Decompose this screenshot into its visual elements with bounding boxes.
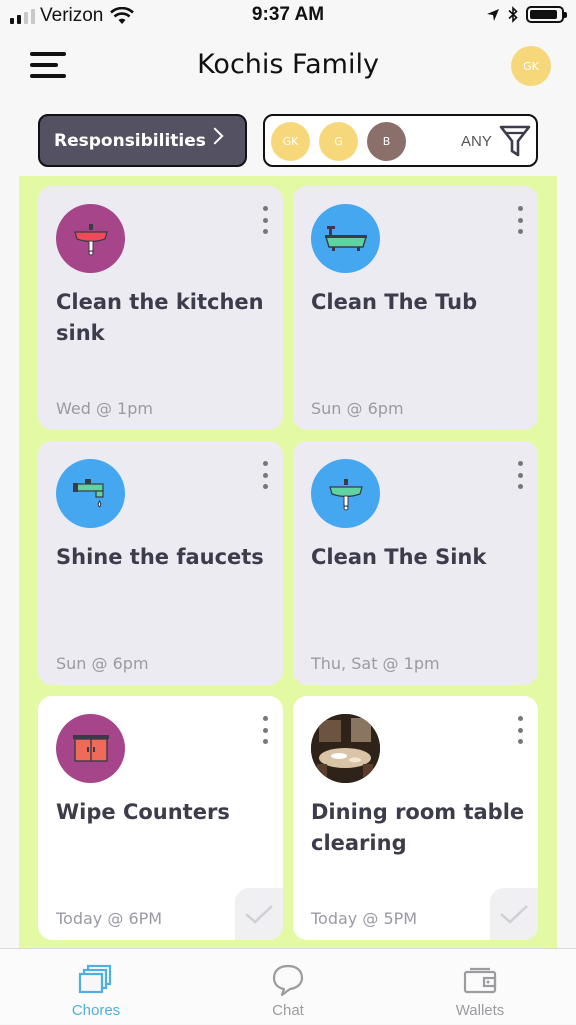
complete-check-button[interactable] <box>235 888 283 940</box>
responsibilities-label: Responsibilities <box>54 130 206 151</box>
chore-schedule: Wed @ 1pm <box>56 399 153 418</box>
status-bar: Verizon 9:37 AM <box>0 0 576 34</box>
chore-schedule: Sun @ 6pm <box>56 654 149 673</box>
chevron-right-icon <box>206 127 224 145</box>
bluetooth-icon <box>508 6 518 23</box>
chore-schedule: Today @ 5PM <box>311 909 418 928</box>
chore-title: Clean the kitchen sink <box>56 290 264 345</box>
battery-icon <box>526 6 567 23</box>
chat-bubble-icon <box>272 964 304 997</box>
tab-wallets-label: Wallets <box>455 1002 505 1019</box>
chore-title: Shine the faucets <box>56 545 264 569</box>
bottom-tab-bar: Chores Chat Wallets <box>0 948 576 1024</box>
chore-schedule: Thu, Sat @ 1pm <box>311 654 440 673</box>
more-options-icon[interactable] <box>514 716 526 744</box>
filter-avatar-gk[interactable]: GK <box>271 122 310 161</box>
faucet-icon <box>56 459 125 528</box>
app-header: Kochis Family GK <box>0 34 576 98</box>
chore-card[interactable]: Clean The Tub Sun @ 6pm <box>293 186 538 430</box>
page-title: Kochis Family <box>197 49 379 80</box>
chore-card[interactable]: Dining room table clearing Today @ 5PM <box>293 696 538 940</box>
location-arrow-icon <box>487 8 499 21</box>
more-options-icon[interactable] <box>259 206 271 234</box>
user-avatar[interactable]: GK <box>511 46 551 86</box>
tab-wallets[interactable]: Wallets <box>384 949 576 1025</box>
more-options-icon[interactable] <box>259 716 271 744</box>
tab-chat-label: Chat <box>272 1002 304 1019</box>
chore-title: Wipe Counters <box>56 800 230 824</box>
filter-avatar-b[interactable]: B <box>367 122 406 161</box>
tab-chores-label: Chores <box>71 1002 121 1019</box>
status-icons <box>486 6 567 23</box>
chore-title: Dining room table clearing <box>311 800 525 855</box>
responsibilities-button[interactable]: Responsibilities <box>38 114 247 167</box>
checkmark-icon <box>245 905 273 924</box>
filter-avatar-g[interactable]: G <box>319 122 358 161</box>
complete-check-button[interactable] <box>490 888 538 940</box>
chore-title: Clean The Sink <box>311 545 487 569</box>
more-options-icon[interactable] <box>514 206 526 234</box>
any-filter-label: ANY <box>461 133 492 150</box>
sink-icon <box>311 459 380 528</box>
checkmark-icon <box>500 905 528 924</box>
chore-card[interactable]: Clean the kitchen sink Wed @ 1pm <box>38 186 283 430</box>
chore-card[interactable]: Shine the faucets Sun @ 6pm <box>38 441 283 685</box>
member-filter[interactable]: GK G B ANY <box>263 114 538 167</box>
chore-schedule: Sun @ 6pm <box>311 399 404 418</box>
dining-room-photo <box>311 714 380 783</box>
tab-chat[interactable]: Chat <box>192 949 384 1025</box>
counter-icon <box>56 714 125 783</box>
chore-schedule: Today @ 6PM <box>56 909 163 928</box>
bathtub-icon <box>311 204 380 273</box>
bathroom-sink-icon <box>56 204 125 273</box>
wallet-icon <box>463 967 497 994</box>
filter-funnel-icon[interactable] <box>499 124 531 158</box>
chore-card[interactable]: Wipe Counters Today @ 6PM <box>38 696 283 940</box>
more-options-icon[interactable] <box>514 461 526 489</box>
tab-chores[interactable]: Chores <box>0 949 192 1025</box>
chore-card[interactable]: Clean The Sink Thu, Sat @ 1pm <box>293 441 538 685</box>
chores-grid: Clean the kitchen sink Wed @ 1pm Clean T… <box>19 176 557 948</box>
chores-stack-icon <box>78 964 112 994</box>
more-options-icon[interactable] <box>259 461 271 489</box>
chore-title: Clean The Tub <box>311 290 478 314</box>
